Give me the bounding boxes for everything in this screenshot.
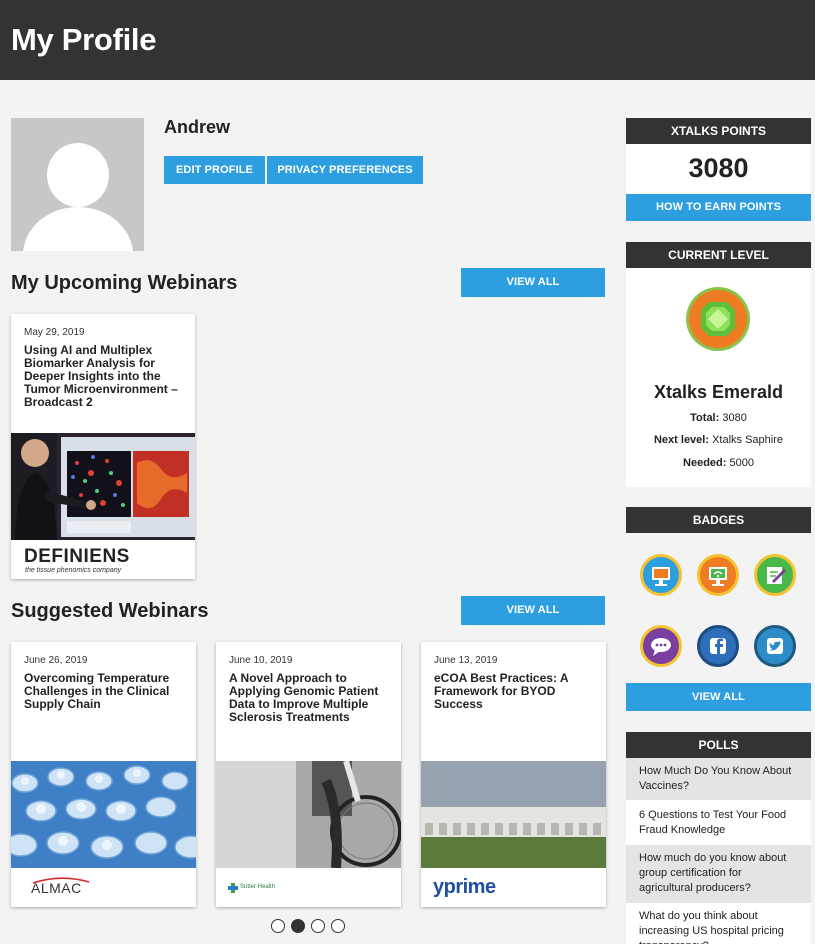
webinar-date: May 29, 2019 — [24, 327, 85, 338]
twitter-icon[interactable] — [754, 625, 796, 667]
webinar-title[interactable]: eCOA Best Practices: A Framework for BYO… — [434, 672, 594, 711]
page-title: My Profile — [11, 22, 157, 57]
poll-item[interactable]: How Much Do You Know About Vaccines? — [626, 758, 811, 800]
current-level-heading: CURRENT LEVEL — [626, 242, 811, 268]
webinar-image — [11, 761, 196, 868]
suggested-webinars-heading: Suggested Webinars — [11, 600, 209, 622]
yprime-logo: yprime — [433, 876, 496, 898]
carousel-dot[interactable] — [271, 919, 285, 933]
webinar-card[interactable]: May 29, 2019 Using AI and Multiplex Biom… — [11, 314, 195, 579]
level-needed: 5000 — [729, 457, 754, 469]
webinar-card[interactable]: June 10, 2019 A Novel Approach to Applyi… — [216, 642, 401, 907]
suggested-view-all-button[interactable]: VIEW ALL — [461, 596, 605, 625]
level-next-label: Next level: — [653, 434, 710, 446]
webinar-title[interactable]: Overcoming Temperature Challenges in the… — [24, 672, 184, 711]
pencil-note-icon[interactable] — [754, 554, 796, 596]
webinar-image — [216, 761, 401, 868]
upcoming-webinars-heading: My Upcoming Webinars — [11, 272, 238, 294]
avatar-body-shape — [23, 207, 133, 251]
polls-heading: POLLS — [626, 732, 811, 758]
carousel-dot-active[interactable] — [291, 919, 305, 933]
webinar-title[interactable]: Using AI and Multiplex Biomarker Analysi… — [24, 344, 183, 409]
definiens-logo: DEFINIENS — [24, 546, 130, 567]
sutter-health-logo: Sutter Health — [240, 884, 276, 890]
poll-item[interactable]: What do you think about increasing US ho… — [626, 903, 811, 944]
monitor-icon[interactable] — [640, 554, 682, 596]
emerald-gem-icon — [686, 287, 750, 351]
poll-item[interactable]: How much do you know about group certifi… — [626, 845, 811, 903]
edit-profile-button[interactable]: EDIT PROFILE — [164, 156, 265, 184]
upcoming-view-all-button[interactable]: VIEW ALL — [461, 268, 605, 297]
chat-bubble-icon[interactable] — [640, 625, 682, 667]
page-header: My Profile — [0, 0, 815, 80]
badges-heading: BADGES — [626, 507, 811, 533]
points-box: 3080 — [626, 144, 811, 194]
level-box: Xtalks Emerald Total: 3080 Next level: X… — [626, 268, 811, 487]
privacy-preferences-button[interactable]: PRIVACY PREFERENCES — [267, 156, 423, 184]
points-heading: XTALKS POINTS — [626, 118, 811, 144]
webinar-image — [11, 433, 195, 540]
wifi-monitor-icon[interactable] — [697, 554, 739, 596]
poll-item[interactable]: 6 Questions to Test Your Food Fraud Know… — [626, 800, 811, 845]
webinar-image — [421, 761, 606, 868]
webinar-card[interactable]: June 26, 2019 Overcoming Temperature Cha… — [11, 642, 196, 907]
points-value: 3080 — [688, 153, 749, 183]
carousel-dot[interactable] — [311, 919, 325, 933]
avatar[interactable] — [11, 118, 144, 251]
level-next: Xtalks Saphire — [712, 434, 784, 446]
webinar-card[interactable]: June 13, 2019 eCOA Best Practices: A Fra… — [421, 642, 606, 907]
webinar-date: June 10, 2019 — [229, 655, 293, 666]
level-total-label: Total: — [690, 412, 720, 424]
badges-view-all-button[interactable]: VIEW ALL — [626, 683, 811, 711]
badges-box — [626, 533, 811, 683]
level-total: 3080 — [722, 412, 747, 424]
sutter-health-icon — [228, 883, 238, 893]
definiens-tagline: the tissue phenomics company — [25, 567, 122, 574]
carousel-dot[interactable] — [331, 919, 345, 933]
level-needed-label: Needed: — [683, 457, 727, 469]
avatar-head-shape — [47, 143, 109, 207]
webinar-date: June 13, 2019 — [434, 655, 498, 666]
webinar-title[interactable]: A Novel Approach to Applying Genomic Pat… — [229, 672, 389, 724]
level-name: Xtalks Emerald — [653, 382, 784, 402]
almac-swoosh-icon — [32, 877, 90, 884]
facebook-icon[interactable] — [697, 625, 739, 667]
user-name: Andrew — [164, 117, 231, 137]
webinar-date: June 26, 2019 — [24, 655, 88, 666]
how-to-earn-points-button[interactable]: HOW TO EARN POINTS — [626, 194, 811, 221]
